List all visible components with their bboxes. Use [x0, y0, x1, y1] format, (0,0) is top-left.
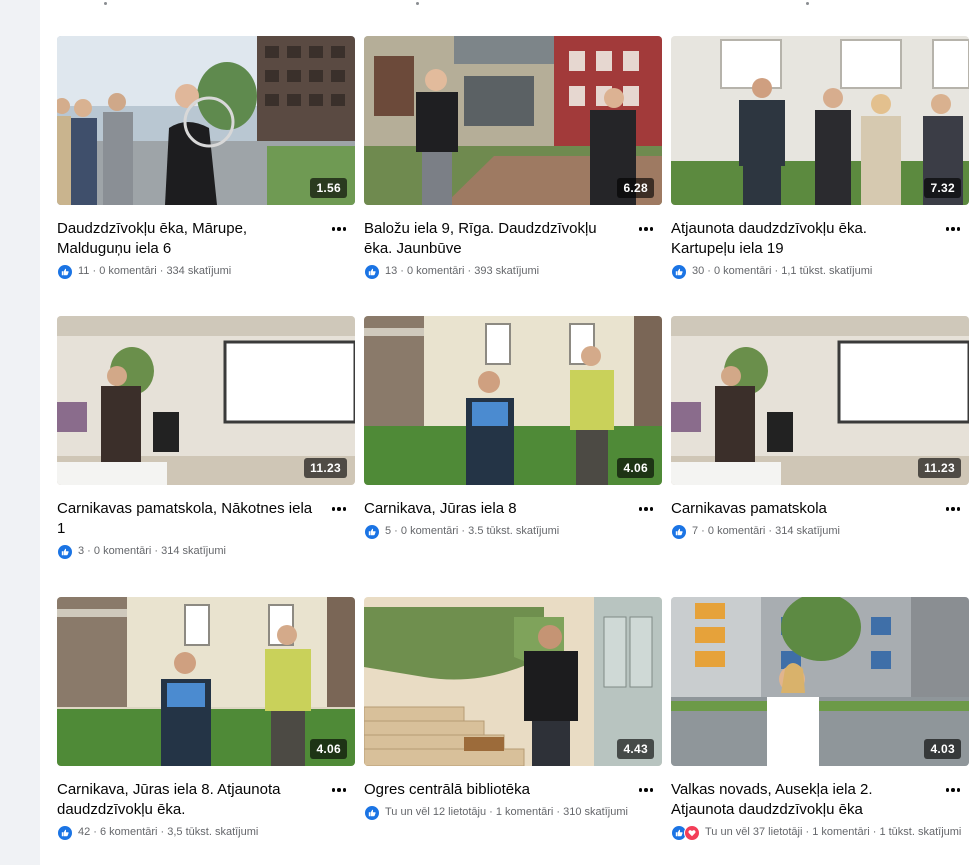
reaction-icons[interactable]: [57, 264, 73, 280]
video-title-row: Daudzdzīvokļu ēka, Mārupe, Malduguņu iel…: [57, 219, 355, 259]
video-card: 1.56 Daudzdzīvokļu ēka, Mārupe, Malduguņ…: [57, 36, 355, 316]
love-icon: [684, 825, 700, 841]
video-meta: 42 · 6 komentāri · 3,5 tūkst. skatījumi: [57, 824, 355, 841]
video-meta: 3 · 0 komentāri · 314 skatījumi: [57, 543, 355, 560]
more-options-button[interactable]: [941, 780, 965, 800]
video-meta: Tu un vēl 37 lietotāji · 1 komentāri · 1…: [671, 824, 969, 841]
video-stats: 30 · 0 komentāri · 1,1 tūkst. skatījumi: [692, 265, 873, 277]
video-meta: 30 · 0 komentāri · 1,1 tūkst. skatījumi: [671, 263, 969, 280]
video-title-row: Baložu iela 9, Rīga. Daudzdzīvokļu ēka. …: [364, 219, 662, 259]
more-options-button[interactable]: [634, 499, 658, 519]
video-thumbnail[interactable]: 11.23: [57, 316, 355, 485]
like-icon: [364, 524, 380, 540]
more-options-button[interactable]: [941, 499, 965, 519]
video-meta: 5 · 0 komentāri · 3.5 tūkst. skatījumi: [364, 523, 662, 540]
video-card: 4.03 Valkas novads, Ausekļa iela 2. Atja…: [671, 597, 969, 865]
video-title[interactable]: Carnikava, Jūras iela 8. Atjaunota daudz…: [57, 780, 319, 820]
reaction-icons[interactable]: [671, 264, 687, 280]
video-card: 4.43 Ogres centrālā bibliotēka Tu un vēl…: [364, 597, 662, 865]
video-title[interactable]: Atjaunota daudzdzīvokļu ēka. Kartupeļu i…: [671, 219, 933, 259]
video-meta: 13 · 0 komentāri · 393 skatījumi: [364, 263, 662, 280]
video-card: 11.23 Carnikavas pamatskola, Nākotnes ie…: [57, 316, 355, 597]
video-title[interactable]: Baložu iela 9, Rīga. Daudzdzīvokļu ēka. …: [364, 219, 626, 259]
video-thumbnail[interactable]: 6.28: [364, 36, 662, 205]
video-stats: 7 · 0 komentāri · 314 skatījumi: [692, 525, 840, 537]
video-duration: 7.32: [924, 178, 961, 198]
video-card: 6.28 Baložu iela 9, Rīga. Daudzdzīvokļu …: [364, 36, 662, 316]
video-card: 4.06 Carnikava, Jūras iela 8. Atjaunota …: [57, 597, 355, 865]
like-icon: [57, 825, 73, 841]
videos-panel: 1.56 Daudzdzīvokļu ēka, Mārupe, Malduguņ…: [40, 0, 971, 865]
video-grid: 1.56 Daudzdzīvokļu ēka, Mārupe, Malduguņ…: [57, 36, 969, 865]
video-card: 4.06 Carnikava, Jūras iela 8 5 · 0 komen…: [364, 316, 662, 597]
video-title[interactable]: Carnikavas pamatskola: [671, 499, 933, 519]
like-icon: [57, 264, 73, 280]
video-title-row: Carnikavas pamatskola: [671, 499, 969, 519]
more-options-button[interactable]: [327, 499, 351, 519]
video-title-row: Atjaunota daudzdzīvokļu ēka. Kartupeļu i…: [671, 219, 969, 259]
video-title-row: Carnikava, Jūras iela 8: [364, 499, 662, 519]
reaction-icons[interactable]: [364, 805, 380, 821]
reaction-icons[interactable]: [57, 544, 73, 560]
video-meta: Tu un vēl 12 lietotāju · 1 komentāri · 3…: [364, 804, 662, 821]
video-title[interactable]: Carnikava, Jūras iela 8: [364, 499, 626, 519]
video-stats: 3 · 0 komentāri · 314 skatījumi: [78, 545, 226, 557]
video-stats: 13 · 0 komentāri · 393 skatījumi: [385, 265, 540, 277]
more-options-button[interactable]: [327, 780, 351, 800]
like-icon: [671, 524, 687, 540]
video-title-row: Carnikavas pamatskola, Nākotnes iela 1: [57, 499, 355, 539]
video-stats: 42 · 6 komentāri · 3,5 tūkst. skatījumi: [78, 826, 259, 838]
video-title[interactable]: Carnikavas pamatskola, Nākotnes iela 1: [57, 499, 319, 539]
video-thumbnail[interactable]: 7.32: [671, 36, 969, 205]
video-stats: Tu un vēl 12 lietotāju · 1 komentāri · 3…: [385, 806, 628, 818]
video-thumbnail[interactable]: 4.03: [671, 597, 969, 766]
video-meta: 7 · 0 komentāri · 314 skatījumi: [671, 523, 969, 540]
previous-row-remnant: [40, 0, 971, 6]
video-duration: 1.56: [310, 178, 347, 198]
video-duration: 11.23: [304, 458, 347, 478]
video-thumbnail[interactable]: 11.23: [671, 316, 969, 485]
video-duration: 4.06: [617, 458, 654, 478]
video-title[interactable]: Ogres centrālā bibliotēka: [364, 780, 626, 800]
video-stats: Tu un vēl 37 lietotāji · 1 komentāri · 1…: [705, 826, 962, 838]
video-title-row: Ogres centrālā bibliotēka: [364, 780, 662, 800]
like-icon: [364, 264, 380, 280]
video-title-row: Valkas novads, Ausekļa iela 2. Atjaunota…: [671, 780, 969, 820]
like-icon: [364, 805, 380, 821]
video-card: 11.23 Carnikavas pamatskola 7 · 0 koment…: [671, 316, 969, 597]
like-icon: [671, 264, 687, 280]
reaction-icons[interactable]: [57, 825, 73, 841]
video-meta: 11 · 0 komentāri · 334 skatījumi: [57, 263, 355, 280]
video-title[interactable]: Daudzdzīvokļu ēka, Mārupe, Malduguņu iel…: [57, 219, 319, 259]
video-title-row: Carnikava, Jūras iela 8. Atjaunota daudz…: [57, 780, 355, 820]
video-duration: 4.43: [617, 739, 654, 759]
more-options-button[interactable]: [941, 219, 965, 239]
video-duration: 4.06: [310, 739, 347, 759]
like-icon: [57, 544, 73, 560]
video-duration: 6.28: [617, 178, 654, 198]
more-options-button[interactable]: [634, 219, 658, 239]
video-duration: 11.23: [918, 458, 961, 478]
more-options-button[interactable]: [634, 780, 658, 800]
video-stats: 5 · 0 komentāri · 3.5 tūkst. skatījumi: [385, 525, 560, 537]
reaction-icons[interactable]: [671, 524, 687, 540]
video-thumbnail[interactable]: 4.06: [364, 316, 662, 485]
page: 1.56 Daudzdzīvokļu ēka, Mārupe, Malduguņ…: [0, 0, 971, 865]
more-options-button[interactable]: [327, 219, 351, 239]
video-duration: 4.03: [924, 739, 961, 759]
video-thumbnail[interactable]: 1.56: [57, 36, 355, 205]
video-thumbnail[interactable]: 4.43: [364, 597, 662, 766]
video-title[interactable]: Valkas novads, Ausekļa iela 2. Atjaunota…: [671, 780, 933, 820]
reaction-icons[interactable]: [671, 825, 700, 841]
video-stats: 11 · 0 komentāri · 334 skatījumi: [78, 265, 232, 277]
video-card: 7.32 Atjaunota daudzdzīvokļu ēka. Kartup…: [671, 36, 969, 316]
reaction-icons[interactable]: [364, 264, 380, 280]
video-thumbnail[interactable]: 4.06: [57, 597, 355, 766]
reaction-icons[interactable]: [364, 524, 380, 540]
